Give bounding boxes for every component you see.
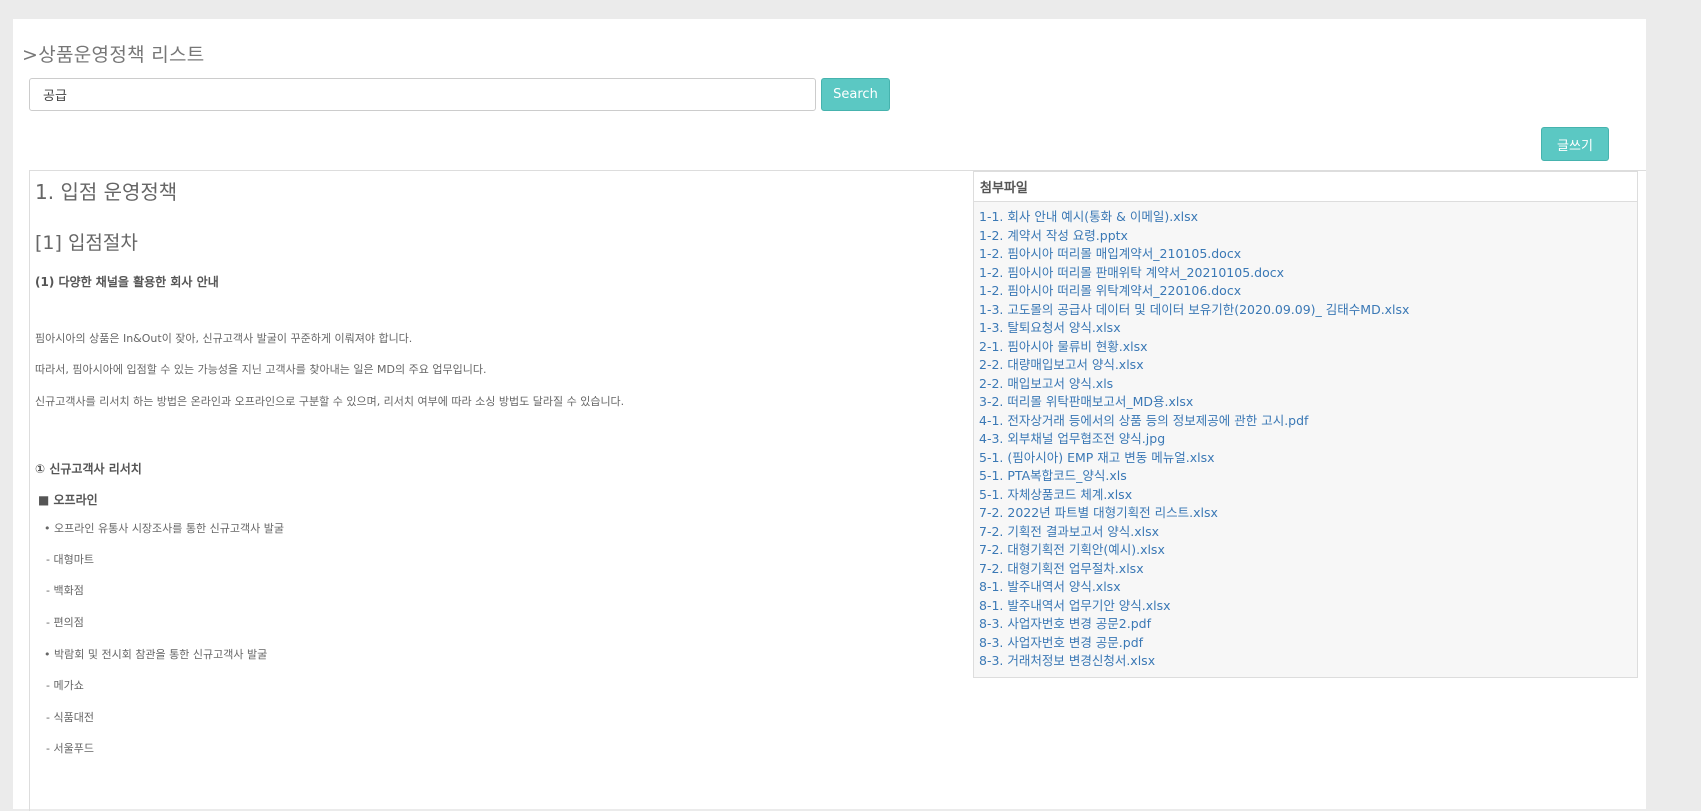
attachments-panel: 첨부파일 1-1. 회사 안내 예시(통화 & 이메일).xlsx 1-2. 계약… — [973, 171, 1638, 678]
attachment-item: 7-2. 대형기획전 기획안(예시).xlsx — [979, 541, 1637, 560]
attachment-item: 8-3. 사업자번호 변경 공문2.pdf — [979, 615, 1637, 634]
attachment-link[interactable]: 2-1. 핌아시아 물류비 현황.xlsx — [979, 339, 1148, 354]
attachment-link[interactable]: 1-2. 핌아시아 떠리몰 매입계약서_210105.docx — [979, 246, 1241, 261]
attachment-link[interactable]: 5-1. PTA복합코드_양식.xls — [979, 468, 1127, 483]
attachment-item: 2-2. 매입보고서 양식.xls — [979, 375, 1637, 394]
attachment-item: 3-2. 떠리몰 위탁판매보고서_MD용.xlsx — [979, 393, 1637, 412]
attachment-link[interactable]: 5-1. 자체상품코드 체계.xlsx — [979, 487, 1132, 502]
attachment-link[interactable]: 8-1. 발주내역서 업무기안 양식.xlsx — [979, 598, 1171, 613]
attachment-list: 1-1. 회사 안내 예시(통화 & 이메일).xlsx 1-2. 계약서 작성 … — [974, 202, 1637, 671]
attachment-link[interactable]: 8-3. 사업자번호 변경 공문.pdf — [979, 635, 1143, 650]
attachment-link[interactable]: 7-2. 대형기획전 기획안(예시).xlsx — [979, 542, 1165, 557]
attachment-link[interactable]: 1-3. 탈퇴요청서 양식.xlsx — [979, 320, 1121, 335]
bullet-item: • 박람회 및 전시회 참관을 통한 신규고객사 발굴 — [44, 648, 268, 661]
sub-item: - 메가쇼 — [46, 679, 84, 692]
attachment-link[interactable]: 1-1. 회사 안내 예시(통화 & 이메일).xlsx — [979, 209, 1198, 224]
attachment-item: 2-1. 핌아시아 물류비 현황.xlsx — [979, 338, 1637, 357]
attachment-item: 8-3. 거래처정보 변경신청서.xlsx — [979, 652, 1637, 671]
attachment-item: 8-3. 사업자번호 변경 공문.pdf — [979, 634, 1637, 653]
attachment-item: 2-2. 대량매입보고서 양식.xlsx — [979, 356, 1637, 375]
attachments-header: 첨부파일 — [974, 172, 1637, 202]
attachment-item: 5-1. 자체상품코드 체계.xlsx — [979, 486, 1637, 505]
attachment-item: 5-1. PTA복합코드_양식.xls — [979, 467, 1637, 486]
attachment-item: 5-1. (핌아시아) EMP 재고 변동 메뉴얼.xlsx — [979, 449, 1637, 468]
page-title: >상품운영정책 리스트 — [22, 44, 205, 66]
attachment-item: 8-1. 발주내역서 업무기안 양식.xlsx — [979, 597, 1637, 616]
sub-item: - 대형마트 — [46, 553, 94, 566]
section-title: 1. 입점 운영정책 — [35, 180, 178, 204]
attachment-item: 7-2. 기획전 결과보고서 양식.xlsx — [979, 523, 1637, 542]
attachment-link[interactable]: 7-2. 대형기획전 업무절차.xlsx — [979, 561, 1144, 576]
attachment-item: 7-2. 2022년 파트별 대형기획전 리스트.xlsx — [979, 504, 1637, 523]
post-content: 1. 입점 운영정책 [1] 입점절차 (1) 다양한 채널을 활용한 회사 안… — [29, 171, 973, 811]
research-heading: ① 신규고객사 리서치 — [35, 462, 142, 476]
paragraph: 핌아시아의 상품은 In&Out이 잦아, 신규고객사 발굴이 꾸준하게 이뤄져… — [35, 332, 413, 345]
main-panel: >상품운영정책 리스트 Search 글쓰기 1. 입점 운영정책 [1] 입점… — [13, 19, 1646, 811]
attachment-item: 8-1. 발주내역서 양식.xlsx — [979, 578, 1637, 597]
offline-heading: ■ 오프라인 — [38, 493, 98, 507]
paragraph: 따라서, 핌아시아에 입점할 수 있는 가능성을 지닌 고객사를 찾아내는 일은… — [35, 363, 487, 376]
sub-item: - 서울푸드 — [46, 742, 94, 755]
sub-item: - 편의점 — [46, 616, 84, 629]
attachment-link[interactable]: 8-3. 사업자번호 변경 공문2.pdf — [979, 616, 1151, 631]
paragraph: 신규고객사를 리서치 하는 방법은 온라인과 오프라인으로 구분할 수 있으며,… — [35, 395, 625, 408]
attachment-item: 4-1. 전자상거래 등에서의 상품 등의 정보제공에 관한 고시.pdf — [979, 412, 1637, 431]
attachment-link[interactable]: 7-2. 2022년 파트별 대형기획전 리스트.xlsx — [979, 505, 1218, 520]
attachment-link[interactable]: 5-1. (핌아시아) EMP 재고 변동 메뉴얼.xlsx — [979, 450, 1215, 465]
attachment-link[interactable]: 8-3. 거래처정보 변경신청서.xlsx — [979, 653, 1155, 668]
attachment-link[interactable]: 2-2. 대량매입보고서 양식.xlsx — [979, 357, 1144, 372]
subsection-title: [1] 입점절차 — [35, 232, 138, 254]
attachment-item: 1-2. 계약서 작성 요령.pptx — [979, 227, 1637, 246]
attachment-item: 1-3. 고도몰의 공급사 데이터 및 데이터 보유기한(2020.09.09)… — [979, 301, 1637, 320]
attachment-link[interactable]: 4-3. 외부채널 업무협조전 양식.jpg — [979, 431, 1165, 446]
bullet-item: • 오프라인 유통사 시장조사를 통한 신규고객사 발굴 — [44, 522, 284, 535]
attachment-link[interactable]: 1-2. 핌아시아 떠리몰 판매위탁 계약서_20210105.docx — [979, 265, 1284, 280]
attachment-item: 1-2. 핌아시아 떠리몰 판매위탁 계약서_20210105.docx — [979, 264, 1637, 283]
attachment-item: 1-2. 핌아시아 떠리몰 위탁계약서_220106.docx — [979, 282, 1637, 301]
attachment-item: 7-2. 대형기획전 업무절차.xlsx — [979, 560, 1637, 579]
attachment-link[interactable]: 2-2. 매입보고서 양식.xls — [979, 376, 1113, 391]
attachment-item: 4-3. 외부채널 업무협조전 양식.jpg — [979, 430, 1637, 449]
search-button[interactable]: Search — [821, 78, 890, 111]
attachment-link[interactable]: 4-1. 전자상거래 등에서의 상품 등의 정보제공에 관한 고시.pdf — [979, 413, 1308, 428]
attachment-link[interactable]: 1-3. 고도몰의 공급사 데이터 및 데이터 보유기한(2020.09.09)… — [979, 302, 1409, 317]
attachment-item: 1-1. 회사 안내 예시(통화 & 이메일).xlsx — [979, 208, 1637, 227]
attachment-link[interactable]: 1-2. 계약서 작성 요령.pptx — [979, 228, 1128, 243]
attachment-link[interactable]: 1-2. 핌아시아 떠리몰 위탁계약서_220106.docx — [979, 283, 1241, 298]
write-post-button[interactable]: 글쓰기 — [1541, 127, 1609, 161]
attachment-item: 1-2. 핌아시아 떠리몰 매입계약서_210105.docx — [979, 245, 1637, 264]
sub-item: - 식품대전 — [46, 711, 94, 724]
attachment-item: 1-3. 탈퇴요청서 양식.xlsx — [979, 319, 1637, 338]
sub-item: - 백화점 — [46, 584, 84, 597]
attachment-link[interactable]: 8-1. 발주내역서 양식.xlsx — [979, 579, 1121, 594]
item-heading: (1) 다양한 채널을 활용한 회사 안내 — [35, 275, 219, 289]
attachment-link[interactable]: 3-2. 떠리몰 위탁판매보고서_MD용.xlsx — [979, 394, 1193, 409]
search-input[interactable] — [29, 78, 816, 111]
attachment-link[interactable]: 7-2. 기획전 결과보고서 양식.xlsx — [979, 524, 1159, 539]
